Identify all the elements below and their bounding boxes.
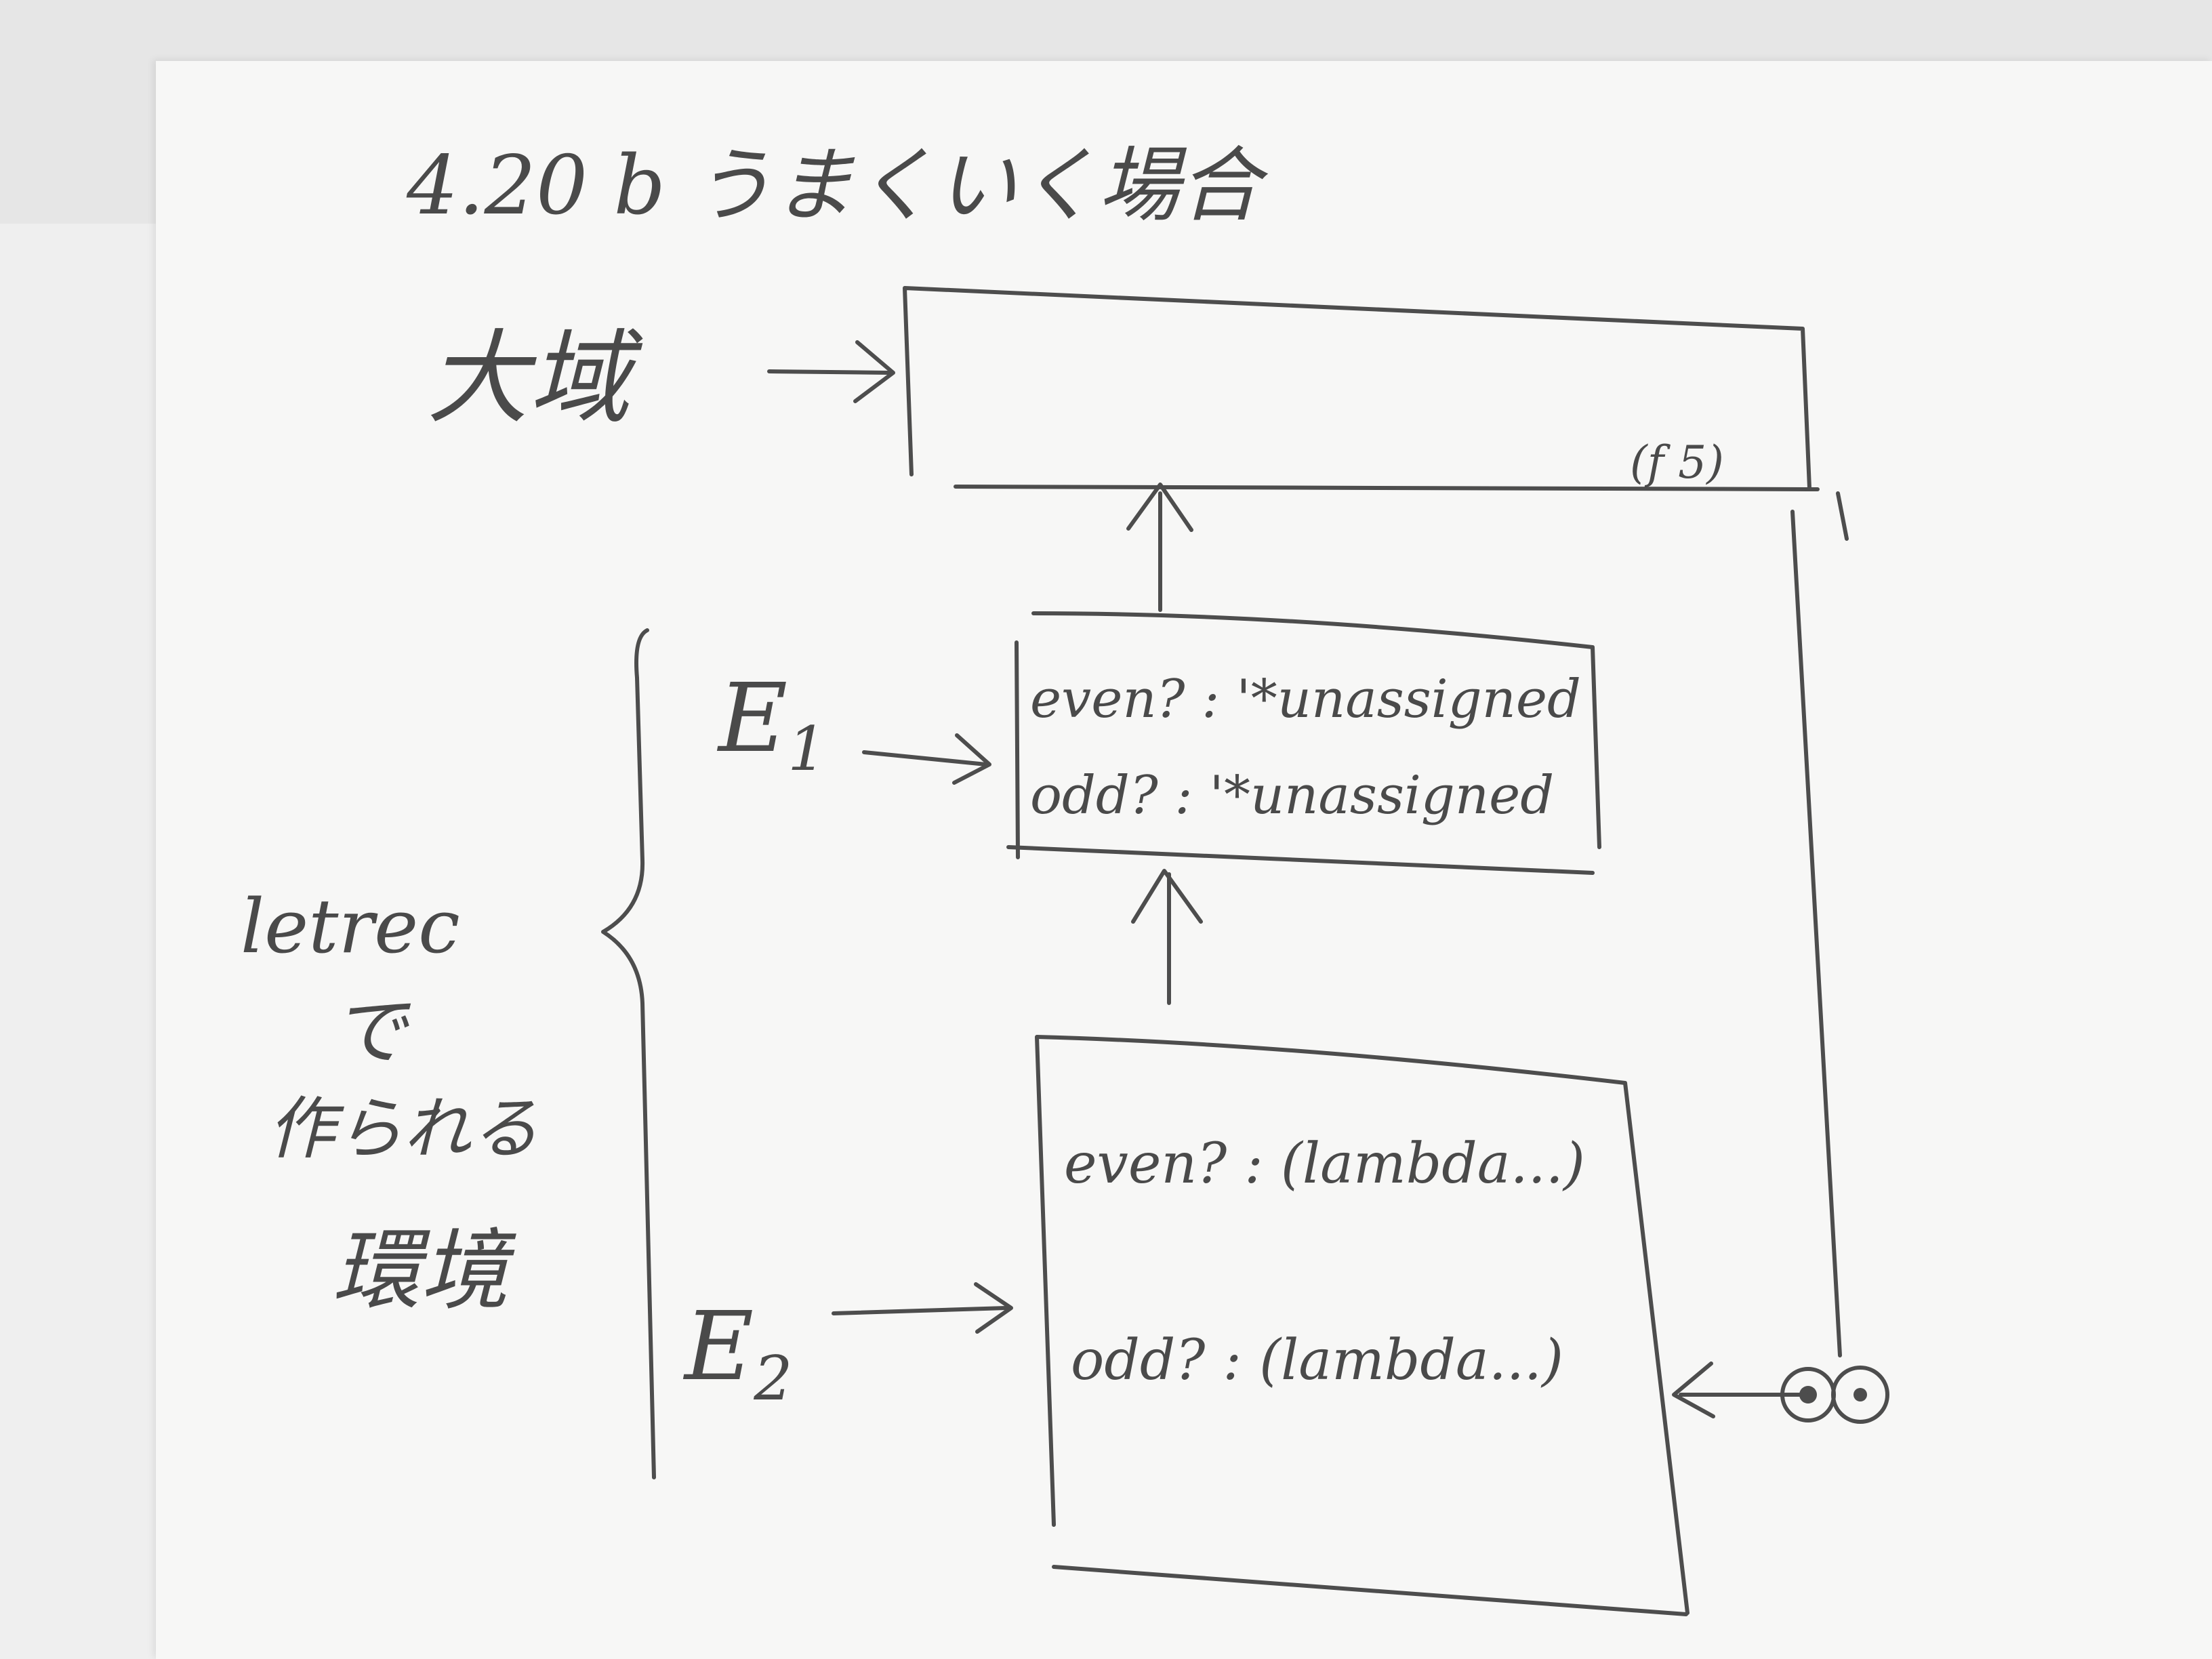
global-env-content: (f 5) — [1630, 436, 1724, 489]
e1-label-arrow — [862, 733, 991, 785]
e1-parent-arrow — [1126, 483, 1193, 612]
e2-binding-even: even? : (lambda...) — [1064, 1132, 1585, 1196]
letrec-brace — [601, 628, 656, 1479]
procedure-env-pointer-line — [1790, 491, 1849, 1357]
letrec-note-line2: で — [332, 988, 411, 1075]
global-env-arrow — [767, 340, 895, 403]
diagram-title: 4.20 b うまくいく場合 — [406, 139, 1268, 233]
global-env-label: 大域 — [427, 320, 643, 438]
e1-box — [1006, 611, 1601, 875]
letrec-note-line4: 環境 — [332, 1219, 516, 1322]
letrec-note-line3: 作られる — [268, 1089, 539, 1168]
e2-label-arrow — [832, 1282, 1013, 1334]
e1-binding-odd: odd? : '*unassigned — [1030, 765, 1554, 826]
e2-label: E2 — [682, 1292, 792, 1414]
e2-box — [1035, 1035, 1689, 1616]
e1-label: E1 — [716, 663, 826, 785]
e1-binding-even: even? : '*unassigned — [1030, 669, 1581, 730]
e2-binding-odd: odd? : (lambda...) — [1071, 1328, 1563, 1393]
diagram-canvas: 4.20 b うまくいく場合 大域 (f 5) even? : '*unassi… — [241, 139, 1889, 1616]
letrec-note-line1: letrec — [241, 883, 460, 970]
e2-parent-arrow — [1131, 869, 1203, 1005]
